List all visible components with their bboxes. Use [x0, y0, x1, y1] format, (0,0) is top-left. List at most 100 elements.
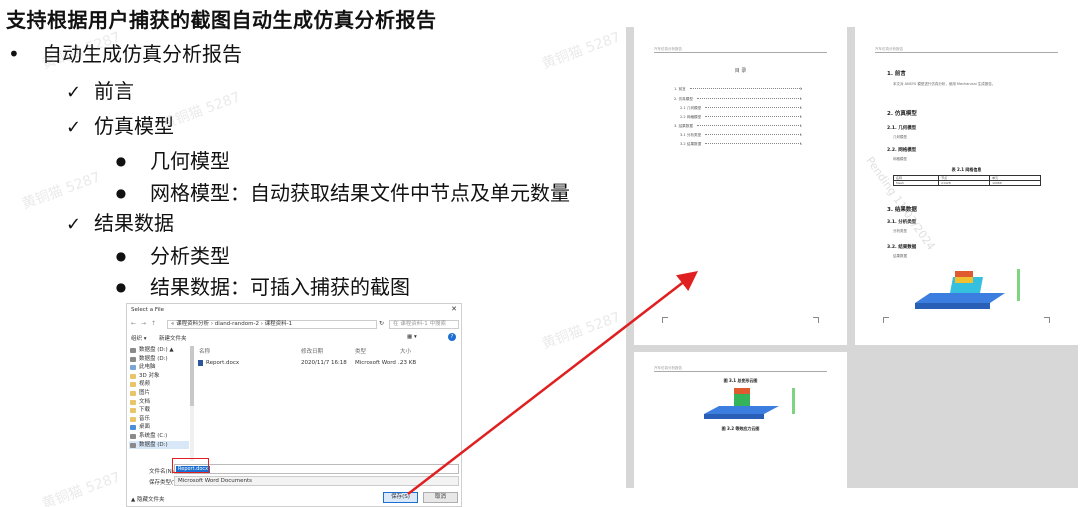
save-button[interactable]: 保存(S): [383, 492, 418, 503]
toc-entry: 2.1 几何模型 1: [674, 106, 802, 111]
nav-item-music[interactable]: 音乐: [129, 415, 189, 424]
analysis-type-text: 分析类型: [893, 229, 907, 233]
help-icon[interactable]: ?: [448, 333, 456, 341]
nav-item-label: 视频: [139, 381, 151, 388]
checkmark-icon: ✓: [66, 214, 82, 235]
folder-icon: [130, 425, 136, 431]
header-rule: [654, 52, 827, 53]
check-item-preface: ✓ 前言: [66, 75, 134, 104]
forward-arrow-icon[interactable]: →: [141, 320, 146, 327]
item-label: 结果数据: [94, 211, 174, 235]
scrollbar-thumb[interactable]: [190, 346, 194, 406]
file-row[interactable]: Report.docx 2020/11/7 16:18 Microsoft Wo…: [197, 359, 459, 368]
item-label: 前言: [94, 79, 134, 103]
file-type-select[interactable]: Microsoft Word Documents: [174, 476, 459, 486]
toc-entry: 3. 结果数据 1: [674, 124, 802, 129]
toc-num: 2.1: [680, 106, 686, 110]
nav-item-documents[interactable]: 文档: [129, 398, 189, 407]
toc-entry: 2.2 网格模型 1: [674, 115, 802, 120]
table-cell: Mesh: [892, 180, 940, 186]
heading-sim-model: 2. 仿真模型: [887, 111, 917, 117]
nav-item-label: 图片: [139, 389, 151, 396]
toc-entry: 2. 仿真模型 1: [674, 97, 802, 102]
nav-item-pictures[interactable]: 图片: [129, 389, 189, 398]
cancel-button[interactable]: 取消: [423, 492, 458, 503]
toc-label: 结果数据: [686, 142, 702, 146]
nav-item-data-drive[interactable]: 数据盘 (D:) ▲: [129, 346, 189, 355]
folder-icon: [130, 390, 136, 396]
close-icon[interactable]: ✕: [451, 305, 457, 313]
nav-item-data-drive[interactable]: 数据盘 (D:): [129, 355, 189, 364]
address-bar[interactable]: « 课程资料分析 › diand-random-2 › 课程资料-1: [167, 320, 377, 329]
file-modified: 2020/11/7 16:18: [301, 360, 347, 366]
file-name-input[interactable]: Report.docx: [174, 464, 459, 474]
toc-page: 1: [799, 124, 802, 128]
column-size[interactable]: 大小: [400, 347, 411, 355]
refresh-icon[interactable]: ↻: [379, 320, 384, 327]
nav-item-desktop[interactable]: 桌面: [129, 423, 189, 432]
nav-item-system-drive[interactable]: 系统盘 (C:): [129, 432, 189, 441]
geometry-text: 几何模型: [893, 135, 907, 139]
nav-item-label: 数据盘 (D:): [139, 355, 168, 362]
new-folder-button[interactable]: 新建文件夹: [159, 334, 187, 342]
column-type[interactable]: 类型: [355, 347, 366, 355]
computer-icon: [130, 365, 136, 371]
mesh-table: 名称 节点 单元 Mesh 21428 10988: [892, 175, 1041, 186]
file-name: Report.docx: [206, 360, 240, 366]
bullet-main-label: 自动生成仿真分析报告: [42, 42, 242, 66]
margin-corner: [813, 317, 819, 323]
heading-preface: 1. 前言: [887, 71, 906, 77]
sub-item-geometry: ● 几何模型: [104, 145, 230, 174]
back-arrow-icon[interactable]: ←: [131, 320, 136, 327]
table-cell: 21428: [938, 180, 991, 186]
toc-num: 1.: [674, 87, 678, 91]
toc-page: 1: [799, 115, 802, 119]
file-list-header: 名称 修改日期 类型 大小: [197, 346, 459, 355]
toc-label: 几何模型: [686, 106, 702, 110]
toc-title: 目 录: [734, 68, 747, 74]
heading-analysis-type: 3.1. 分析类型: [887, 220, 917, 225]
navigation-bar: ← → ↑ « 课程资料分析 › diand-random-2 › 课程资料-1…: [127, 319, 461, 330]
dialog-toolbar: 组织 ▾ 新建文件夹 ▦ ▾ ?: [127, 333, 461, 343]
folder-icon: [130, 399, 136, 405]
nav-item-data-drive-selected[interactable]: 数据盘 (D:): [129, 440, 189, 450]
organize-button[interactable]: 组织 ▾: [131, 334, 147, 342]
header-rule: [654, 371, 827, 372]
toc-num: 3.2: [680, 142, 686, 146]
bullet-dot-icon: ●: [115, 154, 127, 168]
bullet-dot-icon: •: [8, 42, 20, 66]
nav-item-this-pc[interactable]: 此电脑: [129, 363, 189, 372]
up-arrow-icon[interactable]: ↑: [151, 320, 156, 327]
header-rule: [875, 52, 1058, 53]
column-modified[interactable]: 修改日期: [301, 347, 323, 355]
nav-item-videos[interactable]: 视频: [129, 380, 189, 389]
bullet-dot-icon: ●: [115, 280, 127, 294]
hide-folders-toggle[interactable]: ▲ 隐藏文件夹: [131, 495, 164, 503]
view-options-icon[interactable]: ▦ ▾: [407, 334, 417, 340]
toc-label: 分析类型: [686, 133, 702, 137]
folder-icon: [130, 408, 136, 414]
word-document-icon: [198, 360, 203, 366]
checkmark-icon: ✓: [66, 82, 82, 103]
nav-item-label: 桌面: [139, 424, 151, 431]
column-name[interactable]: 名称: [199, 347, 210, 355]
nav-scrollbar[interactable]: [190, 346, 194, 461]
dialog-title: Select a File: [131, 307, 165, 313]
toc-entry: 1. 前言 1: [674, 87, 802, 92]
watermark: 黄铜猫 5287: [540, 29, 623, 73]
drive-icon: [130, 348, 136, 353]
margin-corner: [883, 317, 889, 323]
search-input[interactable]: 在 课程资料-1 中搜索: [389, 320, 459, 329]
report-page-content: 汽车仿真分析报告 1. 前言 本文对 ANSYS 模型进行仿真分析，使用 Mec…: [855, 27, 1078, 345]
nav-item-3d-objects[interactable]: 3D 对象: [129, 372, 189, 381]
sub-item-result-data: ● 结果数据：可插入捕获的截图: [104, 271, 410, 300]
nav-item-label: 3D 对象: [139, 372, 160, 379]
toc-page: 1: [799, 97, 802, 101]
folder-icon: [130, 373, 136, 379]
margin-corner: [1044, 317, 1050, 323]
sub-item-analysis-type: ● 分析类型: [104, 240, 230, 269]
item-label: 分析类型: [150, 244, 230, 268]
nav-item-downloads[interactable]: 下载: [129, 406, 189, 415]
item-label: 结果数据：可插入捕获的截图: [150, 275, 410, 299]
stress-contour-image: [704, 388, 795, 419]
